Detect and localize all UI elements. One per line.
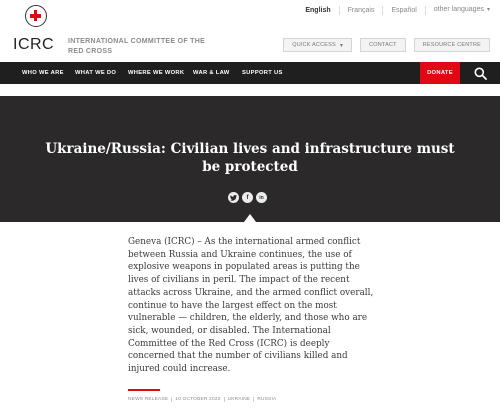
linkedin-share-button[interactable]: in	[256, 192, 267, 203]
nav-what-we-do[interactable]: WHAT WE DO	[75, 62, 116, 84]
resource-centre-button[interactable]: RESOURCE CENTRE	[413, 38, 490, 52]
utility-buttons: QUICK ACCESS ▾ CONTACT RESOURCE CENTRE	[283, 38, 490, 52]
share-buttons: f in	[228, 192, 267, 203]
quick-access-button[interactable]: QUICK ACCESS ▾	[283, 38, 353, 52]
nav-where-we-work[interactable]: WHERE WE WORK	[128, 62, 184, 84]
article-meta: NEWS RELEASE 10 OCTOBER 2022 UKRAINE RUS…	[128, 397, 279, 402]
icrc-logo[interactable]: ICRC	[13, 5, 55, 57]
meta-tag-ukraine[interactable]: UKRAINE	[225, 397, 255, 402]
linkedin-icon: in	[259, 194, 264, 201]
org-name: INTERNATIONAL COMMITTEE OF THE RED CROSS	[68, 38, 206, 55]
quick-access-label: QUICK ACCESS	[292, 42, 336, 48]
red-cross-emblem-icon	[25, 5, 47, 27]
article-lead: Geneva (ICRC) – As the international arm…	[128, 237, 374, 375]
nav-who-we-are[interactable]: WHO WE ARE	[22, 62, 64, 84]
chevron-down-icon: ▾	[339, 42, 344, 49]
red-divider	[128, 389, 160, 391]
logo-text: ICRC	[13, 36, 55, 53]
twitter-share-button[interactable]	[228, 192, 239, 203]
meta-tag-russia[interactable]: RUSSIA	[254, 397, 279, 402]
twitter-icon	[230, 194, 237, 201]
facebook-icon: f	[246, 194, 249, 201]
site-header: ICRC INTERNATIONAL COMMITTEE OF THE RED …	[0, 0, 500, 62]
main-nav: WHO WE ARE WHAT WE DO WHERE WE WORK WAR …	[0, 62, 500, 84]
search-icon	[474, 67, 487, 80]
hero-notch	[244, 214, 256, 222]
nav-support-us[interactable]: SUPPORT US	[242, 62, 283, 84]
facebook-share-button[interactable]: f	[242, 192, 253, 203]
meta-type: NEWS RELEASE	[128, 397, 173, 402]
search-button[interactable]	[460, 62, 500, 84]
page-title: Ukraine/Russia: Civilian lives and infra…	[45, 141, 455, 175]
hero-banner: Ukraine/Russia: Civilian lives and infra…	[0, 96, 500, 222]
contact-button[interactable]: CONTACT	[360, 38, 406, 52]
donate-button[interactable]: DONATE	[420, 62, 460, 84]
nav-war-and-law[interactable]: WAR & LAW	[193, 62, 230, 84]
meta-date: 10 OCTOBER 2022	[172, 397, 225, 402]
